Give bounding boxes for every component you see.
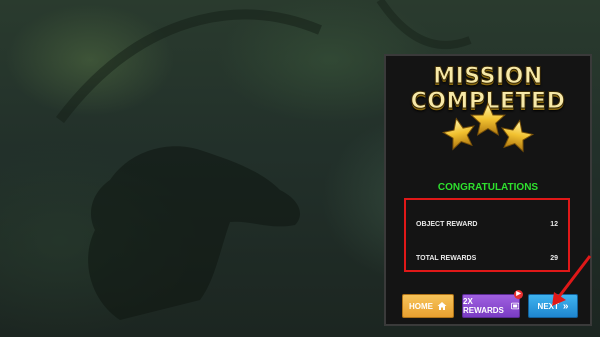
video-icon [510, 302, 519, 310]
house-icon [437, 302, 447, 310]
double-rewards-button[interactable]: 2X REWARDS ▶ [462, 290, 523, 318]
star-icon [500, 119, 535, 153]
reward-row-total: TOTAL REWARDS 29 [416, 251, 558, 265]
reward-label: OBJECT REWARD [416, 220, 478, 228]
star-rating [441, 102, 535, 153]
pointer-arrow-icon [552, 255, 592, 306]
ad-badge-icon: ▶ [514, 290, 523, 299]
reward-label: TOTAL REWARDS [416, 254, 477, 262]
star-icon [441, 117, 476, 151]
star-icon [470, 102, 506, 136]
congratulations-text: CONGRATULATIONS [437, 182, 539, 193]
home-button-label: HOME [409, 301, 433, 311]
reward-value: 12 [550, 220, 558, 228]
double-rewards-label: 2X REWARDS [463, 297, 504, 315]
reward-row-object: OBJECT REWARD 12 [416, 217, 558, 231]
home-button[interactable]: HOME [402, 294, 454, 318]
